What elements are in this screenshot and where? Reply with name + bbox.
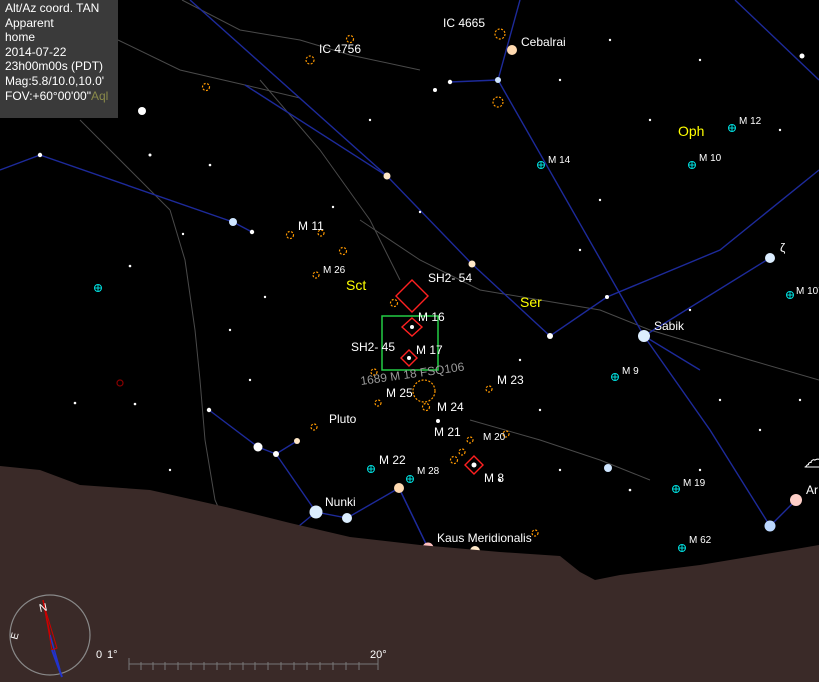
label-ic4756: IC 4756 [319,42,361,56]
label-m28: M 28 [417,466,440,477]
label-m14: M 14 [548,155,571,166]
scale-twenty-degree: 20° [370,649,387,661]
label-m24: M 24 [437,400,464,414]
label-cebalrai: Cebalrai [521,35,566,49]
label-m62: M 62 [689,535,712,546]
label-m25: M 25 [386,386,413,400]
label-m23: M 23 [497,373,524,387]
info-mode: Apparent [5,15,54,30]
comet-icon: ☁ [804,447,819,472]
label-nunki: Nunki [325,495,356,509]
label-m21: M 21 [434,425,461,439]
label-m9: M 9 [622,366,639,377]
label-sct: Sct [346,277,366,293]
info-coord-system: Alt/Az coord. TAN [5,1,100,15]
label-kaus-meridionalis: Kaus Meridionalis [437,531,532,545]
label-m107: M 107 [796,286,819,297]
label-m16: M 16 [418,310,445,324]
sh2-54-marker[interactable] [395,279,429,313]
info-fov: FOV:+60°00'00"Aql [5,89,118,104]
label-sh2-45: SH2- 45 [351,340,395,354]
info-panel: Alt/Az coord. TAN Apparent home 2014-07-… [0,0,118,118]
label-overlap: 1689 M 18 FSQ106 [359,359,465,387]
constellation-lines [0,0,819,552]
info-magnitude: Mag:5.8/10.0,10.0' [5,73,105,88]
info-time: 23h00m00s (PDT) [5,59,104,74]
label-sh2-54: SH2- 54 [428,271,472,285]
label-oph: Oph [678,123,704,139]
label-m22: M 22 [379,453,406,467]
variable-star-marker [116,379,124,387]
labels: IC 4665 IC 4756 Cebalrai M 12 M 14 M 10 … [298,16,819,546]
scale-start: 0 [96,649,102,661]
label-ar: Ar [806,483,818,497]
label-m10: M 10 [699,153,722,164]
open-clusters [201,28,539,537]
label-m26: M 26 [323,265,346,276]
horizon-ground [0,466,819,682]
label-m8: M 8 [484,471,504,485]
constellation-names: Oph Sct Ser [346,123,704,310]
label-sabik: Sabik [654,319,685,333]
label-ser: Ser [520,294,542,310]
info-aql-label: Aql [90,88,109,103]
label-m11: M 11 [298,219,324,233]
label-zeta: ζ [780,241,786,255]
sky-map[interactable]: ☁ IC 4665 IC 4756 Cebalrai M 12 M 14 M 1… [0,0,819,682]
info-fov-value: FOV:+60°00'00" [5,88,91,103]
label-m17: M 17 [416,343,443,357]
label-m20: M 20 [483,432,506,443]
label-m12: M 12 [739,116,762,127]
sky-chart[interactable]: ☁ IC 4665 IC 4756 Cebalrai M 12 M 14 M 1… [0,0,819,682]
info-date: 2014-07-22 [5,44,67,59]
info-location: home [5,30,36,45]
label-ic4665: IC 4665 [443,16,485,30]
label-pluto: Pluto [329,412,357,426]
label-m19: M 19 [683,478,706,489]
scale-one-degree: 1° [107,649,118,661]
